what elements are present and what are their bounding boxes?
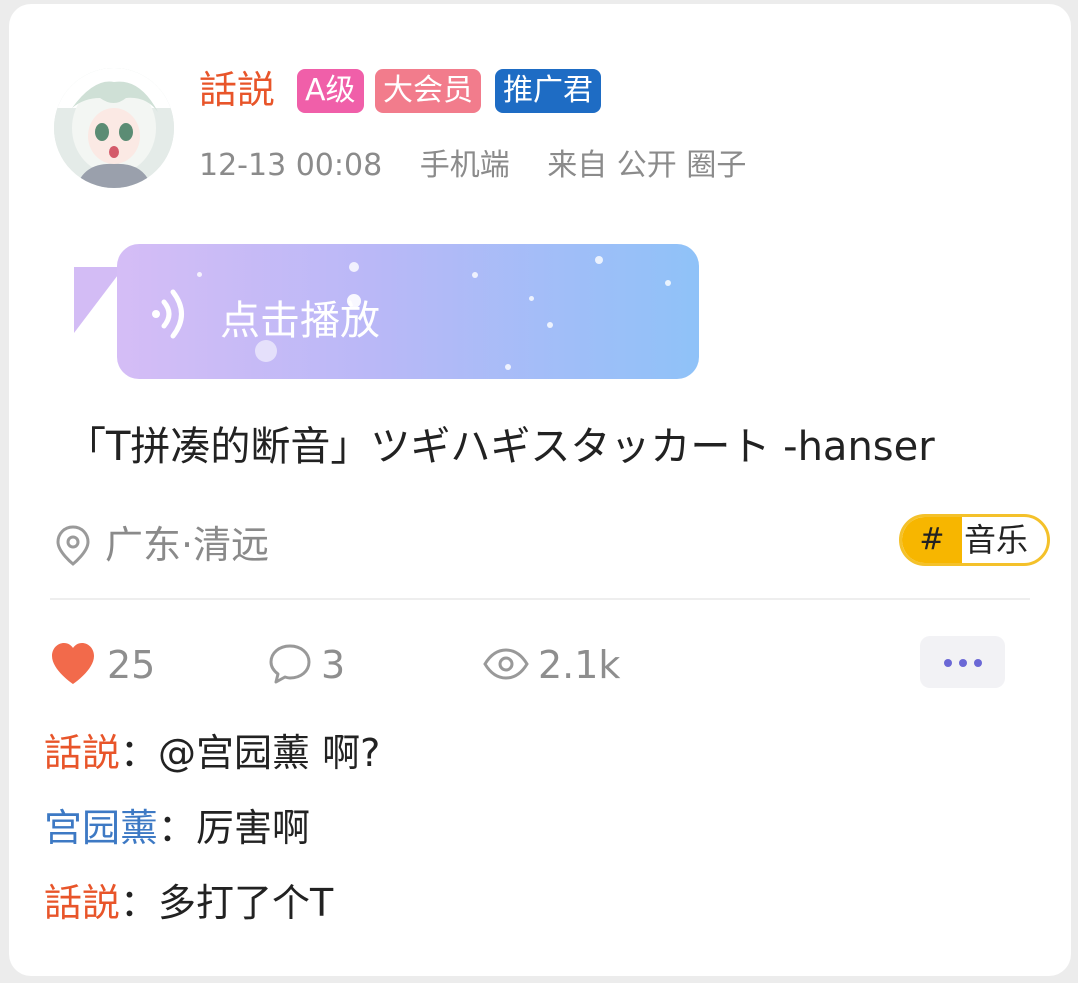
post-source: 来自 公开 圈子 — [547, 148, 747, 183]
like-button[interactable]: 25 — [50, 640, 170, 690]
sparkle — [472, 272, 478, 278]
sparkle — [665, 280, 671, 286]
comment-item[interactable]: 話説：多打了个T — [44, 878, 333, 928]
heart-icon — [52, 643, 94, 684]
view-count: 2.1k — [538, 643, 621, 687]
comment-count: 3 — [321, 643, 346, 687]
sparkle — [349, 262, 359, 272]
comment-button[interactable]: 3 — [267, 640, 367, 690]
comment-text: @宫园薰 啊? — [158, 731, 381, 775]
comment-item[interactable]: 話説：@宫园薰 啊? — [44, 728, 380, 778]
voice-play-button[interactable] — [117, 244, 699, 379]
comment-separator: ： — [120, 881, 159, 925]
dot — [974, 659, 982, 667]
comment-author[interactable]: 話説 — [44, 881, 120, 925]
view-stat: 2.1k — [483, 640, 643, 690]
avatar[interactable] — [54, 68, 174, 188]
dot — [944, 659, 952, 667]
comment-item[interactable]: 宫园薰：厉害啊 — [44, 803, 310, 853]
post-time: 12-13 00:08 — [199, 148, 383, 183]
level-badge: A级 — [297, 69, 364, 113]
voice-play-label: 点击播放 — [220, 298, 380, 344]
promo-badge: 推广君 — [495, 69, 601, 113]
comment-author[interactable]: 話説 — [44, 731, 120, 775]
tag-label: 音乐 — [964, 521, 1029, 559]
comment-separator: ： — [120, 731, 159, 775]
location-pin-icon — [56, 525, 90, 566]
post-title: 「T拼凑的断音」ツギハギスタッカート -hanser — [66, 424, 935, 470]
speech-bubble-icon — [269, 644, 311, 684]
tag-hash: # — [902, 517, 962, 563]
comment-author[interactable]: 宫园薰 — [44, 806, 158, 850]
post-location: 广东·清远 — [105, 523, 270, 567]
sparkle — [505, 364, 511, 370]
sparkle — [529, 296, 534, 301]
divider — [50, 598, 1030, 600]
topic-tag[interactable]: # 音乐 — [899, 514, 1050, 566]
post-device: 手机端 — [419, 148, 510, 183]
comment-separator: ： — [158, 806, 197, 850]
comment-text: 厉害啊 — [196, 806, 311, 850]
more-dots-icon[interactable] — [920, 636, 1005, 688]
dot — [959, 659, 967, 667]
post-meta: 12-13 00:08 手机端 来自 公开 圈子 — [199, 146, 774, 186]
sparkle — [197, 272, 202, 277]
eye-icon — [483, 648, 529, 680]
sound-wave-icon — [152, 289, 184, 339]
sparkle — [547, 322, 553, 328]
author-name[interactable]: 話説 — [199, 66, 275, 114]
like-count: 25 — [107, 643, 156, 687]
comment-text: 多打了个T — [158, 881, 334, 925]
vip-badge: 大会员 — [375, 69, 481, 113]
sparkle — [595, 256, 603, 264]
avatar-image — [54, 68, 174, 188]
